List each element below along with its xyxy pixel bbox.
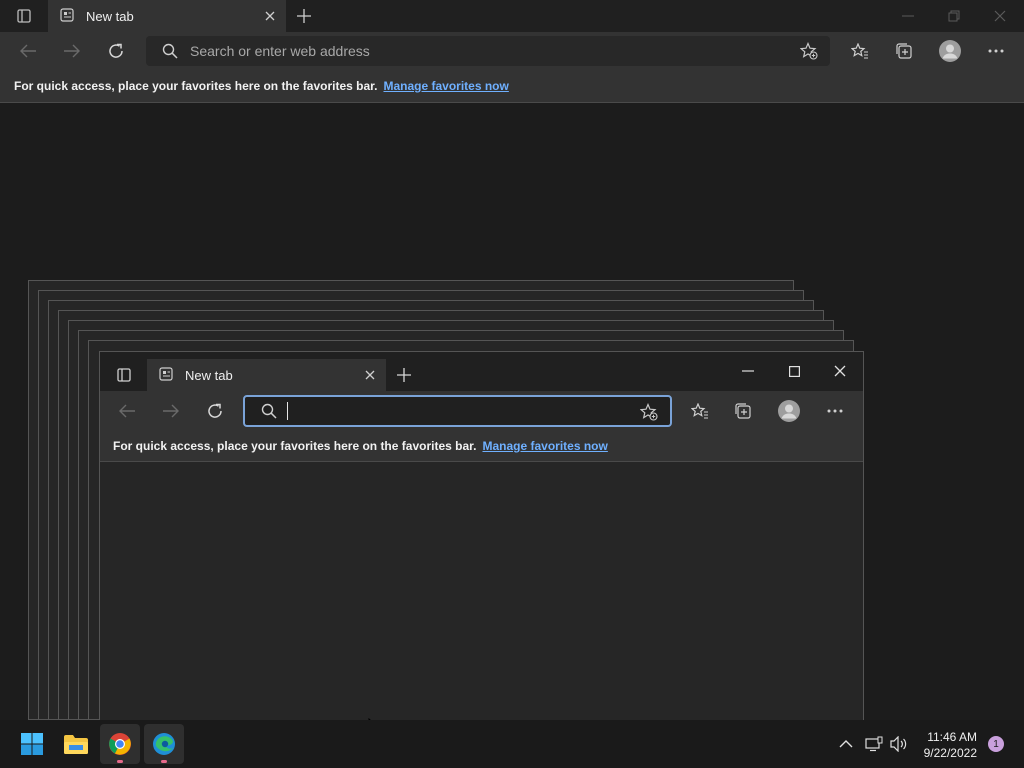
profile-avatar-icon[interactable]: [775, 398, 803, 424]
back-arrow-icon[interactable]: [115, 400, 139, 422]
collections-icon[interactable]: [892, 40, 916, 62]
text-caret: [287, 402, 288, 420]
front-tab-new-tab[interactable]: New tab: [147, 359, 386, 391]
back-favorites-bar: For quick access, place your favorites h…: [0, 70, 1024, 103]
refresh-icon[interactable]: [203, 400, 227, 422]
maximize-icon[interactable]: [782, 361, 806, 381]
favorites-hint: For quick access, place your favorites h…: [14, 79, 378, 93]
front-tab-strip: New tab: [100, 352, 863, 391]
restore-icon[interactable]: [942, 6, 966, 26]
add-favorite-icon[interactable]: [800, 42, 818, 60]
new-tab-favicon-icon: [60, 8, 76, 24]
more-options-icon[interactable]: [823, 400, 847, 422]
profile-avatar-icon[interactable]: [936, 38, 964, 64]
taskbar: 11:46 AM 9/22/2022 1: [0, 720, 1024, 768]
collections-icon[interactable]: [731, 400, 755, 422]
tab-title: New tab: [185, 367, 233, 383]
search-icon: [162, 43, 178, 59]
add-favorite-icon[interactable]: [640, 403, 658, 421]
close-tab-icon[interactable]: [262, 8, 278, 24]
close-window-icon[interactable]: [988, 6, 1012, 26]
new-tab-plus-icon[interactable]: [394, 365, 414, 385]
front-favorites-bar: For quick access, place your favorites h…: [100, 431, 863, 462]
back-tab-new-tab[interactable]: New tab: [48, 0, 286, 32]
chrome-icon[interactable]: [100, 724, 140, 764]
close-tab-icon[interactable]: [362, 367, 378, 383]
minimize-icon[interactable]: [736, 361, 760, 381]
back-toolbar: Search or enter web address: [0, 32, 1024, 70]
start-icon[interactable]: [12, 724, 52, 764]
close-window-icon[interactable]: [828, 361, 852, 381]
running-indicator: [161, 760, 167, 763]
clock-time: 11:46 AM: [927, 730, 977, 744]
manage-favorites-link[interactable]: Manage favorites now: [383, 79, 508, 93]
address-placeholder: Search or enter web address: [190, 43, 370, 59]
volume-icon[interactable]: [888, 734, 910, 754]
chevron-up-icon[interactable]: [836, 734, 856, 754]
more-options-icon[interactable]: [984, 40, 1008, 62]
notification-badge[interactable]: 1: [988, 736, 1004, 752]
new-tab-plus-icon[interactable]: [294, 6, 314, 26]
running-indicator: [117, 760, 123, 763]
back-address-bar[interactable]: Search or enter web address: [146, 36, 830, 66]
tab-actions-icon[interactable]: [12, 7, 36, 25]
tab-title: New tab: [86, 8, 134, 24]
file-explorer-icon[interactable]: [56, 724, 96, 764]
clock-date: 9/22/2022: [923, 746, 977, 760]
search-icon: [261, 403, 277, 419]
manage-favorites-link[interactable]: Manage favorites now: [482, 439, 607, 453]
forward-arrow-icon[interactable]: [159, 400, 183, 422]
minimize-icon[interactable]: [896, 6, 920, 26]
back-tab-strip: New tab: [0, 0, 1024, 32]
network-icon[interactable]: [863, 734, 885, 754]
refresh-icon[interactable]: [104, 40, 128, 62]
front-browser-window: New tab For quick access, place your fav…: [99, 351, 864, 721]
back-arrow-icon[interactable]: [16, 40, 40, 62]
favorites-hint: For quick access, place your favorites h…: [113, 439, 477, 453]
front-toolbar: [100, 391, 863, 431]
favorites-icon[interactable]: [848, 40, 872, 62]
system-clock[interactable]: 11:46 AM 9/22/2022: [924, 729, 977, 761]
page-content: [100, 462, 863, 720]
favorites-icon[interactable]: [688, 400, 712, 422]
forward-arrow-icon[interactable]: [60, 40, 84, 62]
new-tab-favicon-icon: [159, 367, 175, 383]
tab-actions-icon[interactable]: [112, 364, 136, 386]
front-address-bar[interactable]: [243, 395, 672, 427]
edge-icon[interactable]: [144, 724, 184, 764]
